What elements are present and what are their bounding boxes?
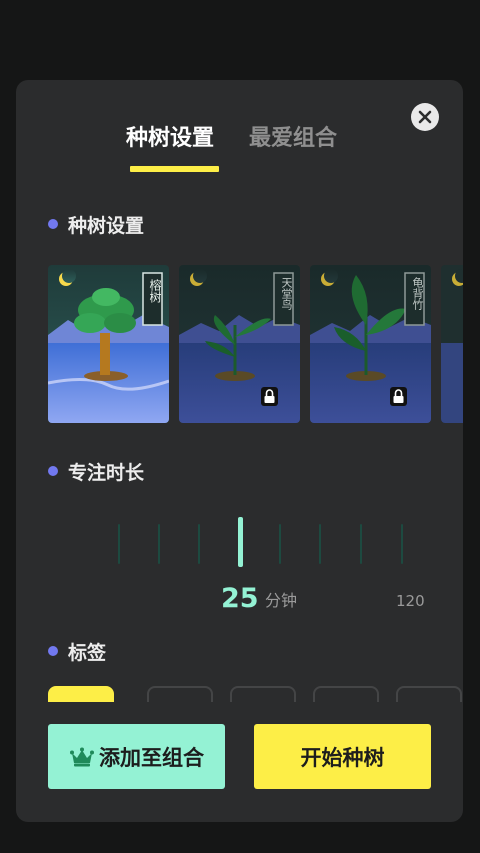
tree-name-label: 天堂鸟 — [280, 277, 293, 310]
duration-max-label: 120 — [396, 592, 425, 610]
tag-chip[interactable] — [313, 686, 379, 702]
add-to-combo-label: 添加至组合 — [99, 745, 204, 770]
slider-tick — [158, 524, 160, 564]
tag-chip[interactable] — [147, 686, 213, 702]
tree-name-label: 龟背竹 — [411, 277, 424, 310]
section-tags: 标签 — [48, 638, 106, 664]
slider-tick — [118, 524, 120, 564]
section-title: 种树设置 — [68, 214, 145, 237]
tree-name-label: 榕树 — [148, 279, 162, 303]
section-title: 专注时长 — [68, 461, 145, 484]
duration-unit: 分钟 — [265, 591, 298, 610]
tree-card-bird-of-paradise[interactable]: 天堂鸟 — [179, 265, 300, 423]
slider-current-tick[interactable] — [238, 517, 243, 567]
bullet-dot — [48, 466, 58, 476]
slider-tick — [319, 524, 321, 564]
close-icon — [418, 110, 432, 124]
close-button[interactable] — [411, 103, 439, 131]
section-tree-settings: 种树设置 — [48, 211, 144, 237]
slider-tick — [279, 524, 281, 564]
tree-card-monstera[interactable]: 龟背竹 — [310, 265, 431, 423]
slider-tick — [360, 524, 362, 564]
tree-settings-sheet: 种树设置 最爱组合 种树设置 榕树 天堂鸟 龟背竹 专注时长 25 分钟 120… — [16, 80, 463, 822]
tag-chip-selected[interactable] — [48, 686, 114, 702]
slider-tick — [401, 524, 403, 564]
add-to-combo-button[interactable]: 添加至组合 — [48, 724, 225, 789]
crown-icon — [69, 746, 95, 768]
tree-card-partial[interactable] — [441, 265, 463, 423]
tab-tree-settings[interactable]: 种树设置 — [126, 124, 214, 154]
bullet-dot — [48, 646, 58, 656]
section-focus-duration: 专注时长 — [48, 458, 144, 484]
tag-list — [48, 686, 463, 702]
duration-value: 25 — [221, 583, 259, 614]
tag-chip[interactable] — [396, 686, 462, 702]
bullet-dot — [48, 219, 58, 229]
start-planting-button[interactable]: 开始种树 — [254, 724, 431, 789]
tree-card-banyan[interactable]: 榕树 — [48, 265, 169, 423]
active-tab-indicator — [130, 166, 219, 172]
tree-carousel[interactable]: 榕树 天堂鸟 龟背竹 — [48, 265, 463, 423]
section-title: 标签 — [68, 641, 107, 664]
tag-chip[interactable] — [230, 686, 296, 702]
tab-favorite-combos[interactable]: 最爱组合 — [249, 124, 337, 154]
start-planting-label: 开始种树 — [300, 745, 385, 770]
slider-tick — [198, 524, 200, 564]
